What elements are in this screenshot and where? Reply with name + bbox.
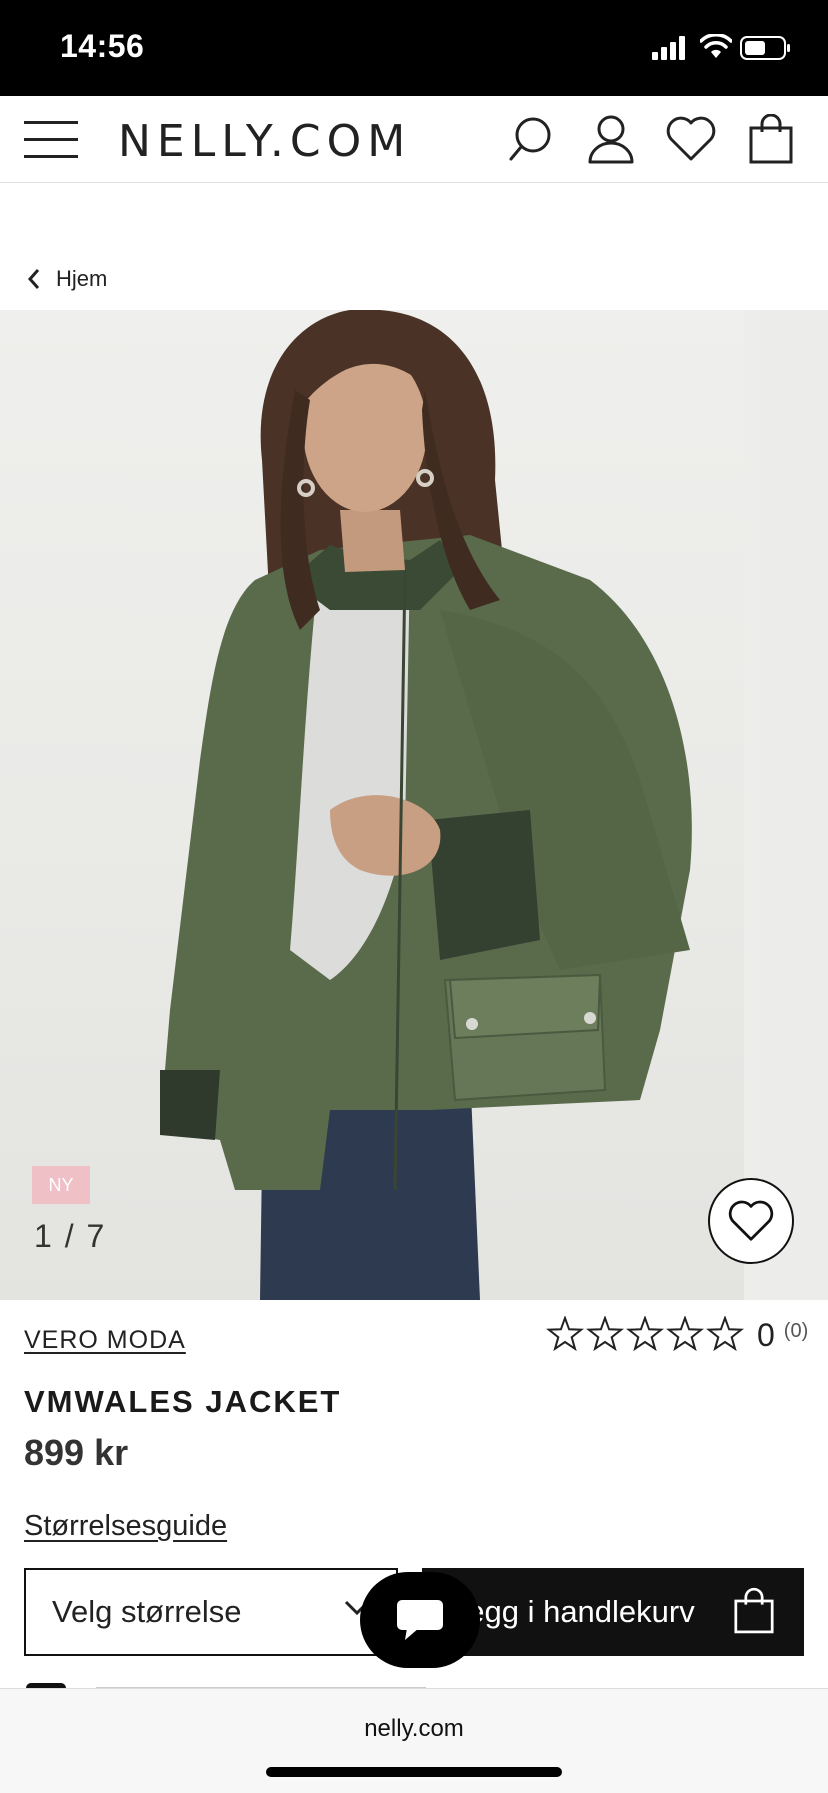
- add-to-cart-label: Legg i handlekurv: [450, 1594, 695, 1629]
- rating-stars: [546, 1316, 744, 1352]
- site-logo[interactable]: NELLY.COM: [118, 116, 411, 167]
- star-icon: [666, 1316, 704, 1352]
- breadcrumb-label: Hjem: [56, 266, 108, 291]
- product-rating[interactable]: 0 (0): [546, 1316, 808, 1354]
- signal-icon: [652, 36, 685, 60]
- site-header: NELLY.COM: [0, 96, 828, 183]
- product-name: VMWALES JACKET: [24, 1384, 342, 1419]
- wifi-icon: [700, 34, 732, 58]
- rating-count: (0): [783, 1319, 809, 1342]
- product-image[interactable]: [0, 310, 744, 1300]
- star-icon: [546, 1316, 584, 1352]
- size-select-label: Velg størrelse: [52, 1594, 242, 1629]
- battery-icon: [740, 36, 790, 60]
- brand-link[interactable]: VERO MODA: [24, 1326, 186, 1355]
- new-badge: NY: [32, 1166, 90, 1204]
- search-icon[interactable]: [504, 112, 558, 166]
- heart-icon: [728, 1200, 774, 1241]
- browser-url[interactable]: nelly.com: [0, 1715, 828, 1743]
- product-photo-illustration: [160, 310, 692, 1300]
- image-counter: 1 / 7: [34, 1218, 107, 1254]
- size-select[interactable]: Velg størrelse: [24, 1568, 398, 1656]
- star-icon: [626, 1316, 664, 1352]
- wishlist-icon[interactable]: [664, 112, 718, 166]
- product-price: 899 kr: [24, 1432, 129, 1473]
- status-bar: 14:56: [0, 0, 828, 96]
- next-product-image[interactable]: [760, 310, 828, 1300]
- chevron-left-icon: [27, 269, 40, 289]
- breadcrumb[interactable]: Hjem: [26, 264, 107, 294]
- star-icon: [586, 1316, 624, 1352]
- product-gallery[interactable]: NY 1 / 7: [0, 310, 828, 1300]
- size-guide-link[interactable]: Størrelsesguide: [24, 1510, 227, 1543]
- star-icon: [706, 1316, 744, 1352]
- chat-bubble-icon: [397, 1600, 443, 1640]
- rating-score: 0: [757, 1316, 775, 1353]
- home-indicator[interactable]: [266, 1767, 562, 1777]
- add-to-wishlist-button[interactable]: [708, 1178, 794, 1264]
- bag-icon: [734, 1587, 774, 1634]
- chat-button[interactable]: [360, 1572, 480, 1668]
- bag-icon[interactable]: [744, 112, 798, 166]
- browser-bottom-bar: nelly.com: [0, 1688, 828, 1793]
- menu-icon[interactable]: [24, 112, 78, 166]
- account-icon[interactable]: [584, 112, 638, 166]
- status-time: 14:56: [60, 28, 145, 64]
